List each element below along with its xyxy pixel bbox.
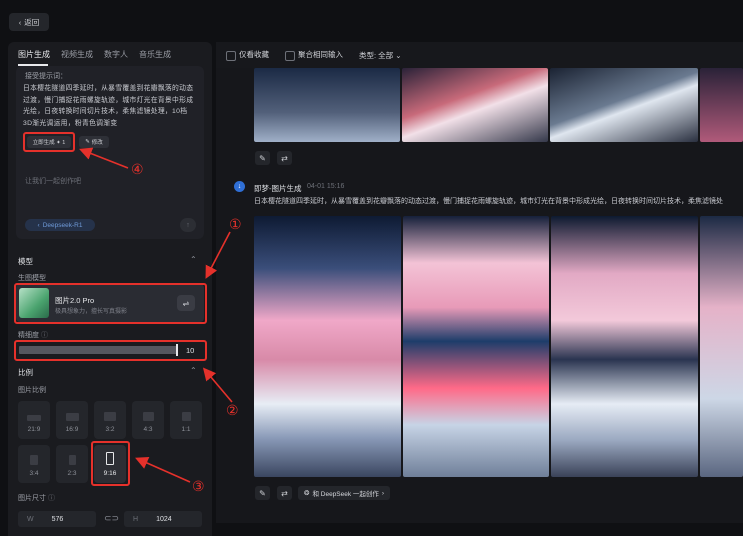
record-timestamp: 04-01 15:16 xyxy=(307,183,345,190)
ratio-21-9[interactable]: 21:9 xyxy=(18,401,50,439)
filter-toolbar: 仅看收藏 聚合相同输入 类型: 全部 ⌄ xyxy=(216,42,743,68)
send-button[interactable]: ↑ xyxy=(180,218,196,232)
edit-icon: ✎ xyxy=(85,139,90,145)
ratio-2-3[interactable]: 2:3 xyxy=(56,445,88,483)
result-image[interactable] xyxy=(254,216,401,477)
result-image[interactable] xyxy=(550,68,698,142)
back-button[interactable]: ‹ 返回 xyxy=(9,13,49,31)
size-label: 图片尺寸 ⓘ xyxy=(18,495,55,502)
result-image[interactable] xyxy=(700,216,743,477)
chevron-right-icon: › xyxy=(381,489,385,497)
tab-digital-human[interactable]: 数字人 xyxy=(104,49,128,60)
record-prompt: 日本樱花隧道四季延时，从暴雪覆盖到花瓣飘落的动态过渡，慢门捕捉花雨螺旋轨迹，城市… xyxy=(254,198,723,205)
prompt-label: 接受提示词： xyxy=(25,73,67,80)
type-filter-dropdown[interactable]: 类型: 全部 ⌄ xyxy=(359,50,402,61)
only-favorites-checkbox[interactable]: 仅看收藏 xyxy=(226,49,269,61)
chat-model-label: Deepseek-R1 xyxy=(42,221,83,229)
collapse-icon[interactable]: ⌃ xyxy=(190,255,197,264)
regenerate-icon[interactable]: ⇄ xyxy=(277,486,292,500)
highlight-box-model xyxy=(14,283,207,324)
annotation-2: ② xyxy=(226,402,239,418)
result-image[interactable] xyxy=(700,68,743,142)
annotation-4: ④ xyxy=(131,161,144,177)
result-image[interactable] xyxy=(403,216,549,477)
mode-tabs: 图片生成 视频生成 数字人 音乐生成 xyxy=(18,49,171,60)
ratio-3-4[interactable]: 3:4 xyxy=(18,445,50,483)
detail-label: 精细度 ⓘ xyxy=(18,332,48,339)
record-source: 即梦-图片生成 xyxy=(254,184,302,193)
chevron-left-icon: ‹ xyxy=(37,221,40,229)
ratio-section-title: 比例 xyxy=(18,368,33,377)
ratio-subtitle: 图片比例 xyxy=(18,387,46,394)
collapse-icon[interactable]: ⌃ xyxy=(190,366,197,375)
result-image[interactable] xyxy=(254,68,400,142)
annotation-3: ③ xyxy=(192,478,205,494)
chat-input[interactable]: 让我们一起创作吧 xyxy=(25,176,81,186)
highlight-box-4 xyxy=(23,132,75,152)
width-input[interactable]: W 576 xyxy=(18,511,96,527)
tab-video-gen[interactable]: 视频生成 xyxy=(61,49,93,60)
link-icon[interactable]: ⊂⊃ xyxy=(104,513,119,524)
ratio-16-9[interactable]: 16:9 xyxy=(56,401,88,439)
height-input[interactable]: H 1024 xyxy=(124,511,202,527)
regenerate-icon[interactable]: ⇄ xyxy=(277,151,292,165)
modify-label: 修改 xyxy=(91,140,103,146)
prompt-text: 日本樱花隧道四季延时，从暴雪覆盖到花瓣飘落的动态过渡，慢门捕捉花雨螺旋轨迹，城市… xyxy=(23,85,194,127)
modify-button[interactable]: ✎ 修改 xyxy=(79,136,109,148)
ratio-3-2[interactable]: 3:2 xyxy=(94,401,126,439)
edit-icon[interactable]: ✎ xyxy=(255,486,270,500)
model-section-title: 模型 xyxy=(18,257,33,266)
deepseek-label: 和 DeepSeek 一起创作 xyxy=(312,491,379,498)
deepseek-icon: ❂ xyxy=(304,490,310,497)
result-image[interactable] xyxy=(551,216,698,477)
ratio-4-3[interactable]: 4:3 xyxy=(132,401,164,439)
deepseek-create-button[interactable]: ❂ 和 DeepSeek 一起创作 › xyxy=(298,486,391,500)
tab-music-gen[interactable]: 音乐生成 xyxy=(139,49,171,60)
chevron-left-icon: ‹ xyxy=(18,17,22,27)
highlight-box-slider xyxy=(14,340,207,361)
result-image[interactable] xyxy=(402,68,548,142)
highlight-box-ratio xyxy=(91,441,130,486)
edit-icon[interactable]: ✎ xyxy=(255,151,270,165)
download-icon[interactable]: ↓ xyxy=(234,181,245,192)
back-label: 返回 xyxy=(24,17,40,27)
ratio-1-1[interactable]: 1:1 xyxy=(170,401,202,439)
aggregate-checkbox[interactable]: 聚合相同输入 xyxy=(285,49,343,61)
model-subtitle: 生图模型 xyxy=(18,275,46,282)
annotation-1: ① xyxy=(229,216,242,232)
chat-model-selector[interactable]: ‹ Deepseek-R1 xyxy=(25,219,95,231)
tab-image-gen[interactable]: 图片生成 xyxy=(18,49,50,60)
